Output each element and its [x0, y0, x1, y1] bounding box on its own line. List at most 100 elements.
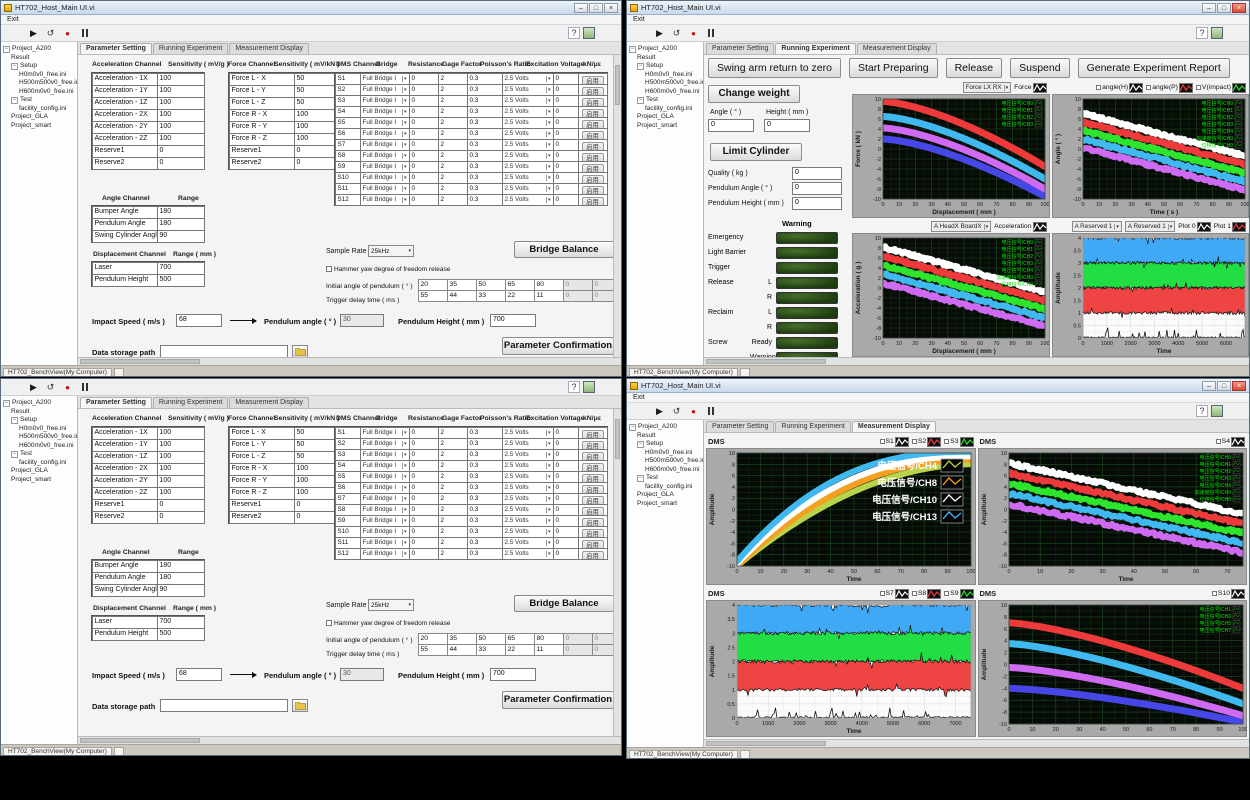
- horizontal-scrollbar[interactable]: [78, 357, 621, 365]
- plot-selector[interactable]: A Reserved 1▾: [1125, 221, 1175, 232]
- legend-item[interactable]: Force: [1014, 83, 1046, 93]
- sample-rate-dropdown[interactable]: 25kHz▾: [368, 599, 414, 611]
- tree-item[interactable]: −Setup: [627, 440, 703, 449]
- close-button[interactable]: ×: [1232, 381, 1246, 391]
- angle-field[interactable]: 0: [708, 119, 754, 132]
- tree-expander-icon[interactable]: −: [637, 97, 644, 104]
- storage-path-input[interactable]: [160, 699, 288, 712]
- tree-item[interactable]: Project_GLA: [1, 113, 77, 122]
- run-continuous-icon[interactable]: ↺: [44, 381, 57, 394]
- plot-selector[interactable]: A Reserved 1▾: [1072, 221, 1122, 232]
- waveform-icon[interactable]: [1232, 83, 1246, 93]
- tree-expander-icon[interactable]: −: [629, 424, 636, 431]
- channel-value-field[interactable]: 500: [157, 628, 205, 641]
- tree-item[interactable]: Result: [627, 54, 703, 63]
- maximize-button[interactable]: □: [1217, 381, 1231, 391]
- pendulum-angle-field[interactable]: 0: [792, 182, 842, 195]
- impact-speed-field[interactable]: 68: [176, 314, 222, 327]
- legend-item[interactable]: S4: [1216, 437, 1245, 447]
- legend-item[interactable]: S2: [912, 437, 941, 447]
- abort-icon[interactable]: ●: [61, 381, 74, 394]
- abort-icon[interactable]: ●: [687, 27, 700, 40]
- menu-exit[interactable]: Exit: [630, 16, 648, 23]
- legend-item[interactable]: S8: [912, 589, 941, 599]
- tree-item[interactable]: −Project_A200: [627, 423, 703, 432]
- enable-button[interactable]: 启用: [582, 197, 604, 206]
- close-button[interactable]: ×: [604, 3, 618, 13]
- run-continuous-icon[interactable]: ↺: [44, 27, 57, 40]
- waveform-icon[interactable]: [927, 589, 941, 599]
- legend-checkbox[interactable]: [1096, 85, 1101, 90]
- tree-item[interactable]: facility_config.ini: [1, 459, 77, 468]
- tree-item[interactable]: H0m0v0_free.ini: [1, 425, 77, 434]
- bridge-dropdown[interactable]: Full Bridge I▾: [360, 548, 410, 560]
- legend-item[interactable]: angle(P): [1146, 83, 1193, 93]
- checkbox-icon[interactable]: [326, 266, 332, 272]
- tab-measurement-display[interactable]: Measurement Display: [852, 421, 936, 432]
- tree-item[interactable]: Result: [1, 408, 77, 417]
- tree-item[interactable]: H500m500v0_free.ini: [1, 433, 77, 442]
- excitation-dropdown[interactable]: 2.5 Volts▾: [502, 194, 554, 206]
- maximize-button[interactable]: □: [1217, 3, 1231, 13]
- limit-cylinder-button[interactable]: Limit Cylinder: [710, 143, 802, 161]
- menu-exit[interactable]: Exit: [4, 16, 22, 23]
- grid-cell[interactable]: 55: [418, 290, 448, 302]
- excitation-dropdown[interactable]: 2.5 Volts▾: [502, 548, 554, 560]
- channel-value-field[interactable]: 0: [157, 157, 205, 170]
- waveform-icon[interactable]: [960, 589, 974, 599]
- legend-checkbox[interactable]: [1196, 85, 1201, 90]
- legend-item[interactable]: S9: [944, 589, 973, 599]
- bridge-balance-button[interactable]: Bridge Balance: [514, 241, 614, 258]
- tree-item[interactable]: H0m0v0_free.ini: [627, 71, 703, 80]
- grid-cell[interactable]: 33: [476, 644, 506, 656]
- waveform-icon[interactable]: [1197, 222, 1211, 232]
- minimize-button[interactable]: –: [1202, 381, 1216, 391]
- parameter-confirmation-button[interactable]: Parameter Confirmation: [502, 337, 614, 355]
- project-tree[interactable]: −Project_A200Result−SetupH0m0v0_free.ini…: [627, 420, 704, 747]
- close-button[interactable]: ×: [1232, 3, 1246, 13]
- waveform-icon[interactable]: [1033, 83, 1047, 93]
- resistance-field[interactable]: 0: [409, 548, 439, 560]
- help-icon[interactable]: ?: [1196, 405, 1208, 417]
- run-icon[interactable]: ▶: [653, 405, 666, 418]
- subpanel-tab[interactable]: HT702_BenchView(My Computer): [629, 368, 738, 376]
- tree-item[interactable]: −Project_A200: [1, 399, 77, 408]
- poisson-ratio-field[interactable]: 0.3: [467, 548, 503, 560]
- run-icon[interactable]: ▶: [27, 27, 40, 40]
- tree-item[interactable]: H0m0v0_free.ini: [1, 71, 77, 80]
- pendulum-height-field[interactable]: 0: [792, 197, 842, 210]
- tree-item[interactable]: Project_GLA: [1, 467, 77, 476]
- tree-item[interactable]: H0m0v0_free.ini: [627, 449, 703, 458]
- dms-chart-4[interactable]: 0102030405060708090100-10-8-6-4-20246810…: [978, 600, 1248, 737]
- channel-value-field[interactable]: 500: [157, 274, 205, 287]
- titlebar[interactable]: HT702_Host_Main UI.vi –□×: [1, 1, 621, 15]
- subpanel-tab-small[interactable]: [740, 750, 750, 758]
- legend-checkbox[interactable]: [912, 591, 917, 596]
- help-icon[interactable]: ?: [1196, 27, 1208, 39]
- tree-item[interactable]: Result: [1, 54, 77, 63]
- tree-item[interactable]: −Test: [1, 96, 77, 105]
- legend-checkbox[interactable]: [880, 439, 885, 444]
- grid-cell[interactable]: 22: [505, 290, 535, 302]
- pendulum-height-field[interactable]: 700: [490, 314, 536, 327]
- parameter-confirmation-button[interactable]: Parameter Confirmation: [502, 691, 614, 709]
- maximize-button[interactable]: □: [589, 3, 603, 13]
- enable-button[interactable]: 启用: [582, 551, 604, 560]
- horizontal-scrollbar[interactable]: [704, 739, 1249, 747]
- tree-item[interactable]: −Setup: [627, 62, 703, 71]
- tree-item[interactable]: H500m500v0_free.ini: [627, 79, 703, 88]
- pause-icon[interactable]: [78, 27, 91, 40]
- plot-selector[interactable]: Force LX RX▾: [963, 82, 1012, 93]
- tree-expander-icon[interactable]: −: [11, 417, 18, 424]
- start-preparing-button[interactable]: Start Preparing: [849, 58, 938, 78]
- tab-measurement-display[interactable]: Measurement Display: [229, 43, 309, 54]
- legend-checkbox[interactable]: [1216, 439, 1221, 444]
- abort-icon[interactable]: ●: [61, 27, 74, 40]
- tab-measurement-display[interactable]: Measurement Display: [857, 43, 937, 54]
- legend-item[interactable]: V(impact): [1196, 83, 1246, 93]
- grid-cell[interactable]: 11: [534, 644, 564, 656]
- pendulum-height-field[interactable]: 700: [490, 668, 536, 681]
- tree-item[interactable]: H600m0v0_free.ini: [627, 466, 703, 475]
- browse-folder-button[interactable]: [292, 345, 308, 357]
- hammer-release-checkbox[interactable]: Hammer yaw degree of freedom release: [326, 266, 450, 273]
